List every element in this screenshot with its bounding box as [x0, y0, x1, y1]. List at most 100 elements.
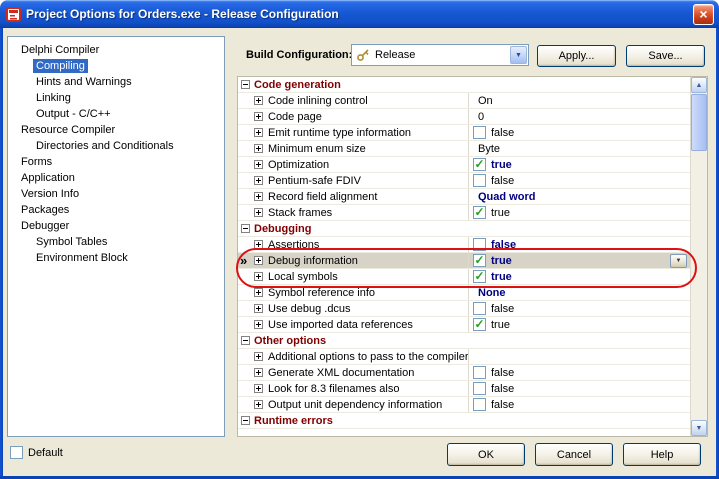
- sidebar-item[interactable]: Compiling: [8, 58, 224, 74]
- expand-icon[interactable]: [254, 304, 263, 313]
- option-row[interactable]: Assertions ✓ false: [238, 237, 690, 253]
- scroll-up-button[interactable]: ▲: [691, 77, 707, 93]
- value-checkbox[interactable]: ✓: [473, 126, 486, 139]
- value-checkbox[interactable]: ✓: [473, 366, 486, 379]
- option-row[interactable]: Code page 0: [238, 109, 690, 125]
- option-value-cell[interactable]: ✓ false: [468, 301, 690, 316]
- collapse-icon[interactable]: [241, 416, 250, 425]
- cancel-button[interactable]: Cancel: [535, 443, 613, 466]
- option-row[interactable]: Emit runtime type information ✓ false: [238, 125, 690, 141]
- combo-dropdown-button[interactable]: ▼: [510, 46, 527, 64]
- option-row[interactable]: Output unit dependency information ✓ fal…: [238, 397, 690, 413]
- option-row[interactable]: Record field alignment Quad word: [238, 189, 690, 205]
- sidebar-item[interactable]: Version Info: [8, 186, 224, 202]
- option-value-cell[interactable]: Quad word: [468, 189, 690, 204]
- option-value-cell[interactable]: ✓ false: [468, 381, 690, 396]
- option-row[interactable]: Generate XML documentation ✓ false: [238, 365, 690, 381]
- option-value-cell[interactable]: ✓ false: [468, 397, 690, 412]
- value-checkbox[interactable]: ✓: [473, 206, 486, 219]
- value-checkbox[interactable]: ✓: [473, 302, 486, 315]
- save-button[interactable]: Save...: [626, 45, 705, 67]
- option-value-cell[interactable]: ✓ true ▼: [468, 253, 690, 268]
- option-value-cell[interactable]: ✓ true: [468, 157, 690, 172]
- option-value-cell[interactable]: ✓ false: [468, 173, 690, 188]
- value-checkbox[interactable]: ✓: [473, 158, 486, 171]
- expand-icon[interactable]: [254, 112, 263, 121]
- option-value-cell[interactable]: ✓ false: [468, 365, 690, 380]
- option-row[interactable]: » Debug information ✓ true ▼: [238, 253, 690, 269]
- sidebar-item[interactable]: Forms: [8, 154, 224, 170]
- option-row[interactable]: Look for 8.3 filenames also ✓ false: [238, 381, 690, 397]
- expand-icon[interactable]: [254, 400, 263, 409]
- option-value-cell[interactable]: ✓ true: [468, 205, 690, 220]
- sidebar-item[interactable]: Delphi Compiler: [8, 42, 224, 58]
- expand-icon[interactable]: [254, 288, 263, 297]
- option-value-cell[interactable]: Byte: [468, 141, 690, 156]
- option-row[interactable]: Local symbols ✓ true: [238, 269, 690, 285]
- default-checkbox-icon[interactable]: [10, 446, 23, 459]
- value-dropdown-button[interactable]: ▼: [670, 254, 687, 268]
- option-value-cell[interactable]: None: [468, 285, 690, 300]
- sidebar-item[interactable]: Directories and Conditionals: [8, 138, 224, 154]
- scrollbar-thumb[interactable]: [691, 94, 707, 151]
- expand-icon[interactable]: [254, 128, 263, 137]
- option-row[interactable]: Pentium-safe FDIV ✓ false: [238, 173, 690, 189]
- expand-icon[interactable]: [254, 256, 263, 265]
- expand-icon[interactable]: [254, 144, 263, 153]
- option-row[interactable]: Symbol reference info None: [238, 285, 690, 301]
- value-checkbox[interactable]: ✓: [473, 238, 486, 251]
- expand-icon[interactable]: [254, 320, 263, 329]
- value-checkbox[interactable]: ✓: [473, 270, 486, 283]
- collapse-icon[interactable]: [241, 336, 250, 345]
- default-checkbox[interactable]: Default: [10, 446, 63, 459]
- ok-button[interactable]: OK: [447, 443, 525, 466]
- option-value-cell[interactable]: [468, 349, 690, 364]
- option-value-cell[interactable]: 0: [468, 109, 690, 124]
- expand-icon[interactable]: [254, 160, 263, 169]
- vertical-scrollbar[interactable]: ▲ ▼: [690, 77, 707, 436]
- value-checkbox[interactable]: ✓: [473, 318, 486, 331]
- sidebar-item[interactable]: Hints and Warnings: [8, 74, 224, 90]
- sidebar-item[interactable]: Packages: [8, 202, 224, 218]
- value-checkbox[interactable]: ✓: [473, 254, 486, 267]
- sidebar-item[interactable]: Symbol Tables: [8, 234, 224, 250]
- expand-icon[interactable]: [254, 208, 263, 217]
- option-row[interactable]: Use imported data references ✓ true: [238, 317, 690, 333]
- collapse-icon[interactable]: [241, 224, 250, 233]
- sidebar-item[interactable]: Linking: [8, 90, 224, 106]
- expand-icon[interactable]: [254, 352, 263, 361]
- build-configuration-select[interactable]: Release ▼: [351, 44, 529, 66]
- option-row[interactable]: Additional options to pass to the compil…: [238, 349, 690, 365]
- option-value-cell[interactable]: ✓ false: [468, 237, 690, 252]
- value-checkbox[interactable]: ✓: [473, 174, 486, 187]
- close-button[interactable]: ×: [693, 4, 714, 25]
- sidebar-item[interactable]: Debugger: [8, 218, 224, 234]
- option-value-cell[interactable]: On: [468, 93, 690, 108]
- option-row[interactable]: Stack frames ✓ true: [238, 205, 690, 221]
- expand-icon[interactable]: [254, 96, 263, 105]
- sidebar-item[interactable]: Output - C/C++: [8, 106, 224, 122]
- sidebar-item[interactable]: Resource Compiler: [8, 122, 224, 138]
- expand-icon[interactable]: [254, 384, 263, 393]
- expand-icon[interactable]: [254, 272, 263, 281]
- value-checkbox[interactable]: ✓: [473, 398, 486, 411]
- category-row[interactable]: Runtime errors: [238, 413, 690, 429]
- option-row[interactable]: Use debug .dcus ✓ false: [238, 301, 690, 317]
- expand-icon[interactable]: [254, 368, 263, 377]
- help-button[interactable]: Help: [623, 443, 701, 466]
- sidebar-item[interactable]: Application: [8, 170, 224, 186]
- value-checkbox[interactable]: ✓: [473, 382, 486, 395]
- scroll-down-button[interactable]: ▼: [691, 420, 707, 436]
- category-row[interactable]: Code generation: [238, 77, 690, 93]
- option-value-cell[interactable]: ✓ true: [468, 317, 690, 332]
- expand-icon[interactable]: [254, 240, 263, 249]
- option-value-cell[interactable]: ✓ false: [468, 125, 690, 140]
- collapse-icon[interactable]: [241, 80, 250, 89]
- expand-icon[interactable]: [254, 192, 263, 201]
- option-row[interactable]: Minimum enum size Byte: [238, 141, 690, 157]
- apply-button[interactable]: Apply...: [537, 45, 616, 67]
- option-value-cell[interactable]: ✓ true: [468, 269, 690, 284]
- category-row[interactable]: Other options: [238, 333, 690, 349]
- sidebar-item[interactable]: Environment Block: [8, 250, 224, 266]
- option-row[interactable]: Optimization ✓ true: [238, 157, 690, 173]
